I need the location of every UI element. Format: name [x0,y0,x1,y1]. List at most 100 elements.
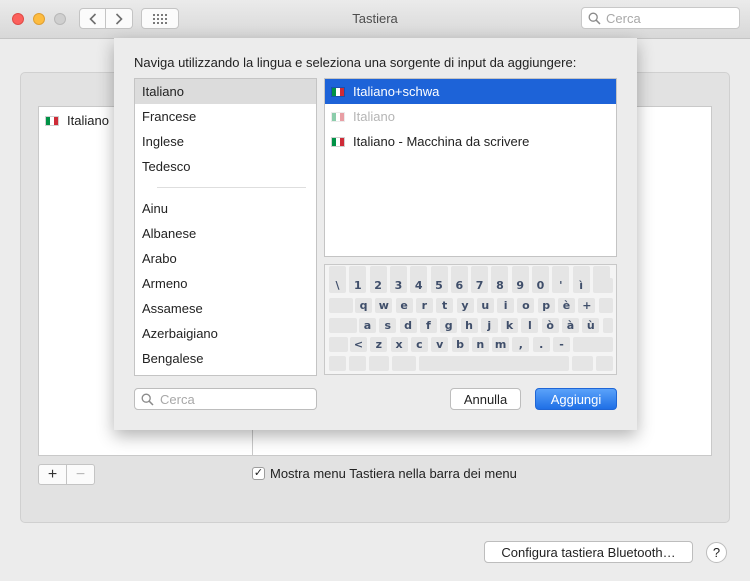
window-search-field[interactable]: Cerca [581,7,740,29]
language-item[interactable]: Bengalese [135,346,316,371]
keyboard-key: ì [572,278,590,293]
input-source-item[interactable]: Italiano - Macchina da scrivere [325,129,616,154]
keyboard-key-blank [349,356,366,371]
keyboard-key: 6 [450,278,468,293]
keyboard-key: 7 [471,278,489,293]
keyboard-key-blank [572,356,593,371]
italy-flag-icon [331,111,345,122]
keyboard-key: b [451,337,469,352]
keyboard-key: a [359,318,376,333]
keyboard-key: x [390,337,408,352]
keyboard-key: h [460,318,478,333]
keyboard-key: w [375,298,393,313]
input-source-list[interactable]: Italiano+schwa Italiano Italiano - Macchin… [324,78,617,257]
language-item[interactable]: Assamese [135,296,316,321]
language-item[interactable]: Bielorusso [135,371,316,375]
language-search-field[interactable]: Cerca [134,388,317,410]
input-source-label: Italiano+schwa [353,84,440,99]
keyboard-key-blank [369,356,389,371]
sheet-prompt: Naviga utilizzando la lingua e seleziona… [134,55,577,70]
keyboard-key-blank [419,356,569,371]
language-item[interactable]: Francese [135,104,316,129]
keyboard-preview: \ 1 2 3 4 5 6 7 8 9 0 ' ì q w e r t y u i o p è + a s d f g h j k l ò à ù < z x… [324,264,617,375]
keyboard-key: r [415,298,433,313]
keyboard-key: \ [329,278,346,293]
keyboard-key: f [419,318,437,333]
remove-source-button[interactable]: − [66,465,94,484]
keyboard-key: p [537,298,555,313]
keyboard-key-blank [596,356,613,371]
keyboard-key-blank [392,356,416,371]
keyboard-key: 9 [511,278,529,293]
keyboard-key: 2 [369,278,387,293]
keyboard-key: g [440,318,458,333]
language-item[interactable]: Italiano [135,79,316,104]
keyboard-key: t [436,298,454,313]
search-placeholder: Cerca [606,10,641,26]
keyboard-key: 4 [410,278,428,293]
show-menu-label: Mostra menu Tastiera nella barra dei men… [270,466,517,481]
source-item-italiano[interactable]: Italiano [45,113,109,128]
keyboard-key: 1 [349,278,367,293]
keyboard-key: v [431,337,449,352]
keyboard-key: 8 [491,278,509,293]
keyboard-key: + [578,298,596,313]
keyboard-key: y [456,298,474,313]
keyboard-key: ' [552,278,570,293]
keyboard-key-blank [573,337,613,352]
keyboard-key: u [476,298,494,313]
keyboard-key: 5 [430,278,448,293]
keyboard-key: q [355,298,372,313]
show-menu-checkbox[interactable]: ✓ [252,467,265,480]
search-placeholder: Cerca [160,391,195,407]
keyboard-key: , [512,337,530,352]
input-source-label: Italiano - Macchina da scrivere [353,134,530,149]
title-bar: Tastiera Cerca [0,0,750,39]
language-list[interactable]: Italiano Francese Inglese Tedesco Ainu Alban… [134,78,317,376]
configure-bluetooth-keyboard-button[interactable]: Configura tastiera Bluetooth… [484,541,693,563]
keyboard-key: - [553,337,570,352]
italy-flag-icon [331,86,345,97]
language-item[interactable]: Ainu [135,196,316,221]
language-item[interactable]: Azerbaigiano [135,321,316,346]
keyboard-key: . [532,337,550,352]
add-source-button[interactable]: + [39,465,66,484]
keyboard-key: è [558,298,575,313]
language-list-separator [157,187,306,188]
keyboard-key: z [370,337,388,352]
keyboard-key: m [492,337,510,352]
keyboard-key: i [497,298,515,313]
add-remove-group: + − [38,464,95,485]
keyboard-key: d [399,318,417,333]
keyboard-key: k [501,318,519,333]
add-button[interactable]: Aggiungi [535,388,617,410]
keyboard-key-blank [598,298,613,313]
keyboard-key: ò [541,318,559,333]
keyboard-key: j [480,318,498,333]
add-input-source-sheet: Naviga utilizzando la lingua e seleziona… [114,38,637,430]
keyboard-key: 3 [389,278,407,293]
language-item[interactable]: Arabo [135,246,316,271]
language-item[interactable]: Albanese [135,221,316,246]
keyboard-key-blank [329,298,353,313]
keyboard-key: à [562,318,579,333]
cancel-button[interactable]: Annulla [450,388,521,410]
italy-flag-icon [331,136,345,147]
language-item[interactable]: Armeno [135,271,316,296]
keyboard-key: l [521,318,539,333]
italy-flag-icon [45,115,59,126]
source-item-label: Italiano [67,113,109,128]
input-source-item[interactable]: Italiano+schwa [325,79,616,104]
keyboard-key: ù [582,318,600,333]
keyboard-key: n [471,337,489,352]
keyboard-key: o [517,298,535,313]
help-button[interactable]: ? [706,542,727,563]
input-source-label: Italiano [353,109,395,124]
language-item[interactable]: Inglese [135,129,316,154]
search-icon [141,393,154,406]
keyboard-key: s [379,318,397,333]
show-menu-option[interactable]: ✓ Mostra menu Tastiera nella barra dei m… [252,466,517,481]
keyboard-key-blank [602,318,613,333]
keyboard-key: e [395,298,413,313]
language-item[interactable]: Tedesco [135,154,316,179]
